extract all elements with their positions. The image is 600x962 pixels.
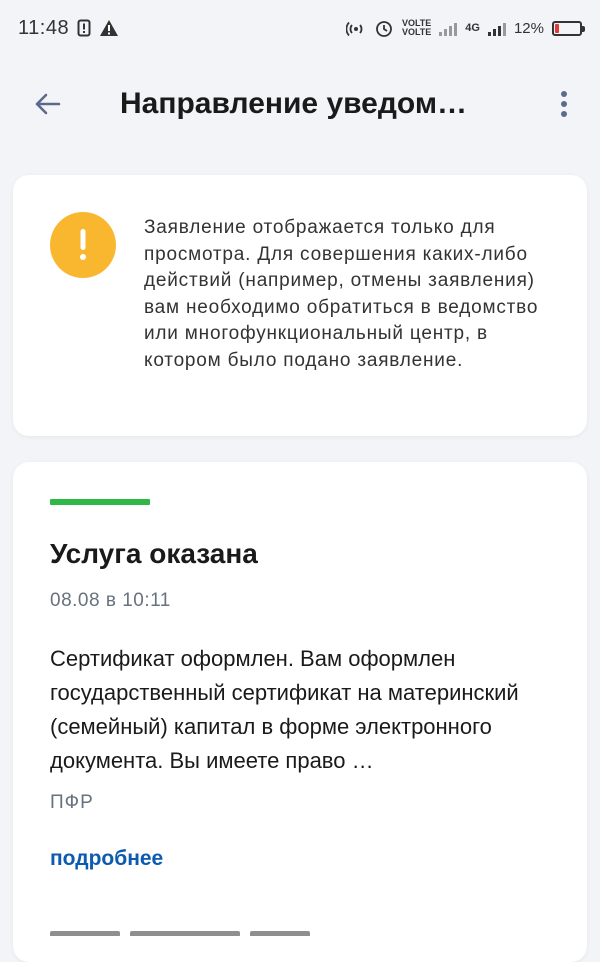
signal-1-icon bbox=[439, 20, 458, 36]
alarm-icon bbox=[374, 18, 394, 38]
status-description: Сертификат оформлен. Вам оформлен госуда… bbox=[50, 646, 519, 773]
status-right-group: VOLTE VOLTE 4G 12% bbox=[345, 18, 585, 38]
status-title: Услуга оказана bbox=[50, 538, 258, 569]
info-notice-card: Заявление отображается только для просмо… bbox=[13, 175, 587, 436]
notification-icon bbox=[77, 19, 91, 37]
system-status-bar: 11:48 VOLTE VOLTE 4G 12% bbox=[0, 0, 600, 56]
status-time: 11:48 bbox=[18, 16, 70, 39]
volte-indicator: VOLTE VOLTE bbox=[402, 19, 431, 37]
status-date: 08.08 в 10:11 bbox=[50, 590, 171, 611]
app-bar: Направление уведом… bbox=[0, 56, 600, 152]
status-left-group: 11:48 bbox=[18, 17, 119, 40]
network-type-label: 4G bbox=[465, 22, 480, 34]
status-accent-bar bbox=[50, 499, 150, 505]
status-history-card: Услуга оказана 08.08 в 10:11 Сертификат … bbox=[13, 462, 587, 962]
warning-triangle-icon bbox=[99, 19, 119, 37]
hotspot-icon bbox=[345, 18, 366, 38]
battery-level-fill bbox=[555, 23, 559, 33]
status-organization: ПФР bbox=[50, 792, 94, 813]
battery-icon bbox=[552, 20, 585, 36]
notice-text: Заявление отображается только для просмо… bbox=[144, 217, 539, 371]
more-vertical-icon bbox=[561, 91, 567, 117]
back-button[interactable] bbox=[28, 84, 68, 124]
next-item-peek bbox=[50, 924, 350, 936]
details-link[interactable]: подробнее bbox=[50, 845, 163, 873]
volte-2-label: VOLTE bbox=[401, 27, 432, 37]
more-options-button[interactable] bbox=[544, 84, 584, 124]
exclamation-icon bbox=[50, 212, 116, 278]
battery-percent: 12% bbox=[513, 19, 544, 37]
arrow-left-icon bbox=[35, 93, 61, 115]
signal-2-icon bbox=[487, 20, 506, 36]
page-title: Направление уведом… bbox=[120, 87, 468, 120]
